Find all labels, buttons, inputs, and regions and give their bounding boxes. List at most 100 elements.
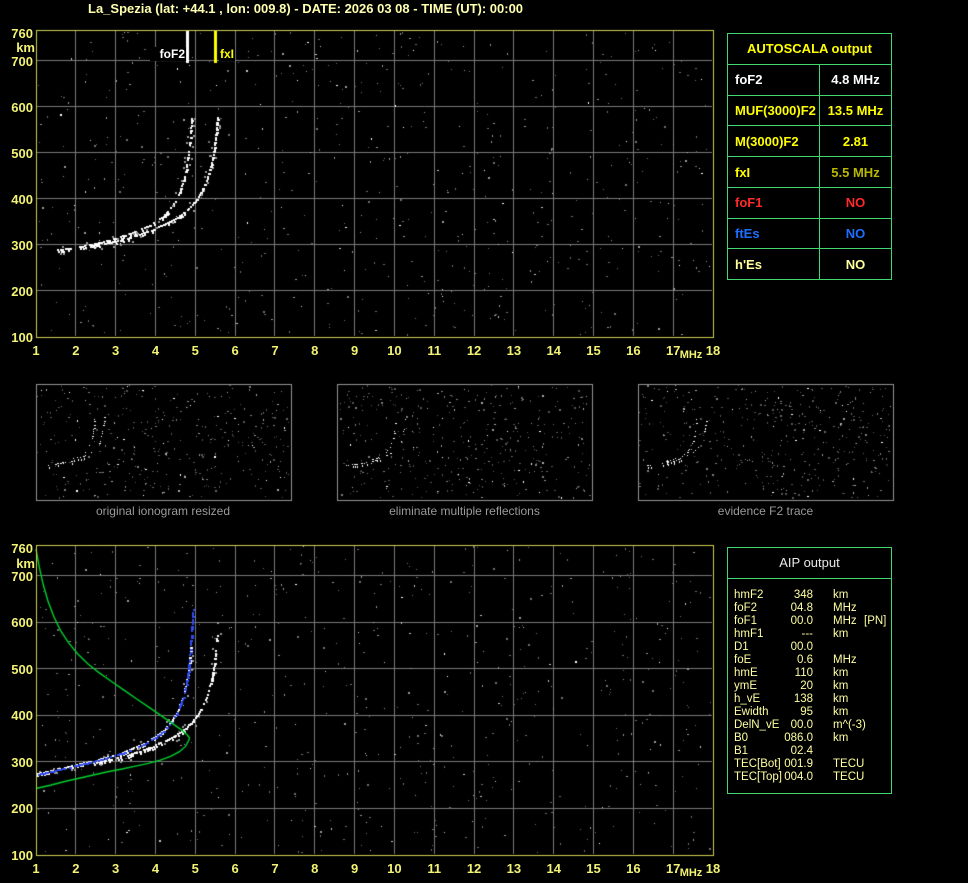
fxi-marker-label: fxI bbox=[219, 47, 236, 61]
x-tick-label: 12 bbox=[466, 861, 482, 876]
aip-value: 00.0 bbox=[790, 615, 813, 627]
y-axis-unit-label: km bbox=[16, 556, 35, 571]
y-tick-label: 700 bbox=[11, 53, 33, 69]
autoscala-window: { "title": "La_Spezia (lat: +44.1 , lon:… bbox=[0, 0, 968, 883]
aip-label: foF2 bbox=[734, 602, 758, 614]
autoscala-row-value: NO bbox=[819, 249, 891, 280]
x-tick-label: 4 bbox=[151, 861, 160, 876]
x-tick-label: 6 bbox=[231, 343, 239, 358]
y-tick-label: 300 bbox=[11, 754, 33, 770]
autoscala-row-fof2: foF2 4.8 MHz bbox=[728, 64, 891, 95]
x-tick-label: 16 bbox=[626, 861, 641, 876]
aip-label: B0 bbox=[734, 732, 749, 744]
y-axis-unit-label: km bbox=[16, 40, 35, 55]
thumbnail-caption-eliminate: eliminate multiple reflections bbox=[389, 504, 540, 518]
x-tick-label: 9 bbox=[350, 343, 359, 358]
aip-table-header: AIP output bbox=[728, 548, 891, 579]
aip-unit: km bbox=[833, 732, 849, 744]
aip-row-foe: foE 0.6 MHz bbox=[728, 654, 891, 667]
autoscala-row-value: NO bbox=[819, 187, 891, 218]
y-tick-label: 200 bbox=[11, 283, 33, 299]
y-tick-label: 760 bbox=[11, 541, 33, 556]
aip-row-tec-top-: TEC[Top] 004.0 TECU bbox=[728, 771, 891, 784]
aip-unit: MHz bbox=[833, 654, 857, 666]
aip-unit: km bbox=[833, 693, 849, 705]
x-tick-label: 18 bbox=[705, 343, 721, 358]
x-tick-label: 3 bbox=[112, 861, 120, 876]
x-tick-label: 5 bbox=[191, 343, 199, 358]
autoscala-row-value: 4.8 MHz bbox=[819, 65, 891, 95]
aip-extra: [PN] bbox=[864, 615, 887, 627]
aip-unit: km bbox=[833, 589, 849, 601]
autoscala-row-value: 5.5 MHz bbox=[819, 157, 891, 187]
x-tick-label: 8 bbox=[311, 343, 319, 358]
autoscala-row-label: foF1 bbox=[735, 195, 763, 211]
aip-row-tec-bot-: TEC[Bot] 001.9 TECU bbox=[728, 758, 891, 771]
x-tick-label: 10 bbox=[387, 861, 402, 876]
autoscala-row-ftes: ftEs NO bbox=[728, 217, 891, 249]
aip-value: 001.9 bbox=[784, 758, 813, 770]
y-tick-label: 400 bbox=[11, 191, 33, 207]
y-tick-label: 400 bbox=[11, 708, 33, 724]
window-title: La_Spezia (lat: +44.1 , lon: 009.8) - DA… bbox=[88, 1, 524, 16]
aip-label: Ewidth bbox=[734, 706, 769, 718]
aip-value: 20 bbox=[800, 680, 813, 692]
aip-unit: km bbox=[833, 628, 849, 640]
aip-unit: m^(-3) bbox=[833, 719, 866, 731]
aip-row-deln-ve: DelN_vE 00.0 m^(-3) bbox=[728, 719, 891, 732]
x-tick-label: 7 bbox=[271, 861, 279, 876]
aip-unit: km bbox=[833, 680, 849, 692]
aip-row-fof1: foF1 00.0 MHz [PN] bbox=[728, 615, 891, 628]
autoscala-output-table: AUTOSCALA output foF2 4.8 MHz MUF(3000)F2 1… bbox=[727, 33, 892, 280]
aip-label: TEC[Top] bbox=[734, 771, 782, 783]
aip-output-table: AIP output hmF2 348 km foF2 04.8 MHz foF1 00.0 M… bbox=[727, 547, 892, 794]
y-tick-label: 600 bbox=[11, 99, 33, 115]
aip-value: 348 bbox=[793, 589, 813, 601]
aip-value: 04.8 bbox=[790, 602, 813, 614]
aip-value: 00.0 bbox=[790, 719, 813, 731]
x-tick-label: 5 bbox=[191, 861, 199, 876]
autoscala-row-h-es: h'Es NO bbox=[728, 248, 891, 280]
y-tick-label: 200 bbox=[11, 801, 33, 817]
autoscala-row-label: h'Es bbox=[735, 256, 762, 272]
x-tick-label: 1 bbox=[32, 343, 40, 358]
x-axis-unit-label: MHz bbox=[679, 867, 703, 879]
aip-label: hmF2 bbox=[734, 589, 764, 601]
aip-row-yme: ymE 20 km bbox=[728, 680, 891, 693]
autoscala-row-value: 13.5 MHz bbox=[819, 95, 891, 126]
x-tick-label: 1 bbox=[32, 861, 40, 876]
aip-label: ymE bbox=[734, 680, 757, 692]
y-tick-label: 600 bbox=[11, 615, 33, 631]
x-tick-label: 9 bbox=[350, 861, 359, 876]
aip-label: hmE bbox=[734, 667, 758, 679]
aip-row-b1: B1 02.4 bbox=[728, 745, 891, 758]
aip-value: 00.0 bbox=[790, 641, 813, 653]
autoscala-row-label: foF2 bbox=[735, 72, 763, 88]
aip-row-d1: D1 00.0 bbox=[728, 641, 891, 654]
x-tick-label: 11 bbox=[427, 861, 442, 876]
aip-value: 95 bbox=[800, 706, 813, 718]
x-tick-label: 4 bbox=[151, 343, 160, 358]
aip-row-h-ve: h_vE 138 km bbox=[728, 693, 891, 706]
x-tick-label: 13 bbox=[506, 343, 522, 358]
x-tick-label: 18 bbox=[705, 861, 721, 876]
aip-label: h_vE bbox=[734, 693, 761, 705]
aip-value: 004.0 bbox=[784, 771, 813, 783]
autoscala-row-value: 2.81 bbox=[819, 126, 891, 157]
y-tick-label: 700 bbox=[11, 568, 33, 584]
x-tick-label: 2 bbox=[72, 343, 80, 358]
x-tick-label: 14 bbox=[546, 861, 561, 876]
aip-unit: km bbox=[833, 667, 849, 679]
x-tick-label: 2 bbox=[72, 861, 80, 876]
fof2-marker-label: foF2 bbox=[150, 47, 186, 61]
x-tick-label: 3 bbox=[112, 343, 120, 358]
aip-row-hmf2: hmF2 348 km bbox=[728, 589, 891, 602]
aip-unit: TECU bbox=[833, 771, 865, 783]
aip-row-fof2: foF2 04.8 MHz bbox=[728, 602, 891, 615]
aip-unit: TECU bbox=[833, 758, 865, 770]
aip-value: 110 bbox=[794, 667, 813, 679]
aip-label: D1 bbox=[734, 641, 749, 653]
x-tick-label: 11 bbox=[427, 343, 442, 358]
y-tick-label: 500 bbox=[11, 661, 33, 677]
autoscala-row-label: M(3000)F2 bbox=[735, 133, 799, 149]
